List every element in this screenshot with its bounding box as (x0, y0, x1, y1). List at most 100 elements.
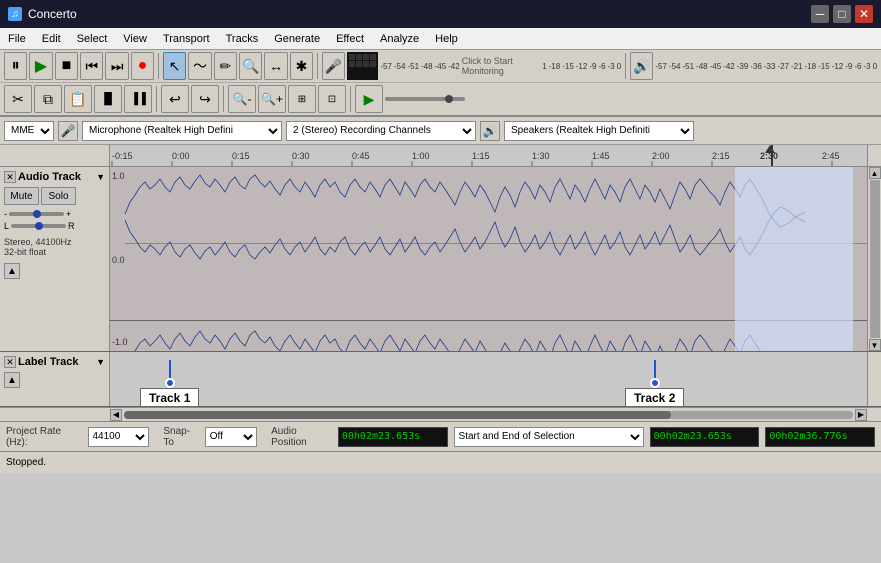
ruler-right-spacer (867, 145, 881, 167)
minimize-button[interactable]: ─ (811, 5, 829, 23)
host-select[interactable]: MME (4, 121, 54, 141)
waveform-channel-bottom[interactable] (110, 321, 867, 351)
output-device-select[interactable]: Speakers (Realtek High Definiti (504, 121, 694, 141)
stop-button[interactable]: ■ (55, 52, 78, 80)
timeline-ruler[interactable]: -0:15 0:00 0:15 0:30 0:45 1:00 1:15 1:30… (110, 145, 867, 167)
start-monitoring-label[interactable]: Click to Start Monitoring (462, 56, 540, 76)
envelope-tool-button[interactable]: 〜 (188, 52, 211, 80)
menu-edit[interactable]: Edit (34, 31, 69, 47)
h-scrollbar-track[interactable] (124, 411, 853, 419)
scroll-thumb[interactable] (870, 180, 880, 338)
scroll-down-button[interactable]: ▼ (869, 339, 881, 351)
svg-text:1:45: 1:45 (592, 151, 610, 161)
track1-pin-line (169, 360, 171, 378)
track2-label-text[interactable]: Track 2 (625, 388, 684, 406)
menu-generate[interactable]: Generate (266, 31, 328, 47)
toolbar-sep-6 (350, 86, 351, 112)
back-button[interactable]: ⏮ (80, 52, 103, 80)
menu-bar: File Edit Select View Transport Tracks G… (0, 28, 881, 50)
menu-help[interactable]: Help (427, 31, 466, 47)
menu-file[interactable]: File (0, 31, 34, 47)
audio-waveform-area[interactable]: 1.0 0.0 -1.0 1.0 0.0 -1.0 (110, 167, 867, 351)
h-scrollbar-container: ◀ ▶ (0, 407, 881, 421)
play-button[interactable]: ▶ (29, 52, 52, 80)
close-button[interactable]: ✕ (855, 5, 873, 23)
pause-button[interactable]: ⏸ (4, 52, 27, 80)
selection-type-select[interactable]: Start and End of Selection (454, 427, 644, 447)
h-scrollbar-thumb[interactable] (124, 411, 671, 419)
svg-text:1:00: 1:00 (412, 151, 430, 161)
scroll-right-button[interactable]: ▶ (855, 409, 867, 421)
input-mic-button[interactable]: 🎤 (58, 121, 78, 141)
label-track-area[interactable]: Track 1 Track 2 (110, 352, 867, 406)
scroll-left-button[interactable]: ◀ (110, 409, 122, 421)
pan-slider[interactable] (11, 224, 66, 228)
project-rate-select[interactable]: 44100 (88, 427, 150, 447)
menu-tracks[interactable]: Tracks (218, 31, 267, 47)
snap-to-select[interactable]: Off (205, 427, 257, 447)
svg-text:-0:15: -0:15 (112, 151, 133, 161)
silence-button[interactable]: ▐▐ (124, 85, 152, 113)
zoom-fit-button[interactable]: ⊞ (288, 85, 316, 113)
zoom-in2-button[interactable]: 🔍+ (258, 85, 286, 113)
output-speaker-button[interactable]: 🔊 (480, 121, 500, 141)
svg-text:2:00: 2:00 (652, 151, 670, 161)
record-meter (347, 52, 378, 80)
vu-seg (356, 54, 362, 60)
cut-button[interactable]: ✂ (4, 85, 32, 113)
redo-button[interactable]: ↪ (191, 85, 219, 113)
toolbar-sep-3 (625, 53, 626, 79)
selection-start-display: 00h02m23.653s (650, 427, 760, 447)
input-device-select[interactable]: Microphone (Realtek High Defini (82, 121, 282, 141)
toolbar-row-transport: ⏸ ▶ ■ ⏮ ⏭ ● ↖ 〜 ✏ 🔍 ↔ ✱ 🎤 (0, 50, 881, 83)
zoom-out-button[interactable]: 🔍- (228, 85, 256, 113)
menu-transport[interactable]: Transport (155, 31, 218, 47)
audio-position-value: 00h02m23.653s (342, 431, 420, 442)
app-icon: ♫ (8, 7, 22, 21)
track-menu-arrow[interactable]: ▼ (96, 172, 105, 182)
svg-text:2:45: 2:45 (822, 151, 840, 161)
waveform-channel-top[interactable] (110, 167, 867, 321)
volume-slider-thumb[interactable] (445, 95, 453, 103)
label-track-close-button[interactable]: ✕ (4, 356, 16, 368)
forward-button[interactable]: ⏭ (105, 52, 128, 80)
menu-effect[interactable]: Effect (328, 31, 372, 47)
record-meter-button[interactable]: 🎤 (322, 52, 345, 80)
draw-tool-button[interactable]: ✏ (214, 52, 237, 80)
mute-button[interactable]: Mute (4, 187, 39, 205)
paste-button[interactable]: 📋 (64, 85, 92, 113)
label-track-collapse-button[interactable]: ▲ (4, 372, 20, 388)
select-tool-button[interactable]: ↖ (163, 52, 186, 80)
zoom-in-button[interactable]: 🔍 (239, 52, 262, 80)
gain-slider[interactable] (9, 212, 64, 216)
trim-button[interactable]: ▐▌ (94, 85, 122, 113)
solo-button[interactable]: Solo (41, 187, 76, 205)
bottom-controls-bar: Project Rate (Hz): 44100 Snap-To Off Aud… (0, 421, 881, 451)
track1-label-text[interactable]: Track 1 (140, 388, 199, 406)
channels-select[interactable]: 2 (Stereo) Recording Channels (286, 121, 476, 141)
record-button[interactable]: ● (131, 52, 154, 80)
menu-select[interactable]: Select (69, 31, 116, 47)
track2-label: Track 2 (625, 360, 684, 406)
multitool-button[interactable]: ✱ (290, 52, 313, 80)
pan-thumb[interactable] (35, 222, 43, 230)
copy-button[interactable]: ⧉ (34, 85, 62, 113)
maximize-button[interactable]: □ (833, 5, 851, 23)
timeshift-button[interactable]: ↔ (264, 52, 287, 80)
toolbars: ⏸ ▶ ■ ⏮ ⏭ ● ↖ 〜 ✏ 🔍 ↔ ✱ 🎤 (0, 50, 881, 117)
gain-thumb[interactable] (33, 210, 41, 218)
collapse-button[interactable]: ▲ (4, 263, 20, 279)
scroll-up-button[interactable]: ▲ (869, 167, 881, 179)
menu-analyze[interactable]: Analyze (372, 31, 427, 47)
label-track-menu-arrow[interactable]: ▼ (96, 357, 105, 367)
menu-view[interactable]: View (115, 31, 155, 47)
vertical-scrollbar[interactable]: ▲ ▼ (867, 167, 881, 351)
playback-meter-button[interactable]: 🔊 (630, 52, 653, 80)
track-close-button[interactable]: ✕ (4, 171, 16, 183)
undo-button[interactable]: ↩ (161, 85, 189, 113)
zoom-sel-button[interactable]: ⊡ (318, 85, 346, 113)
track1-label: Track 1 (140, 360, 199, 406)
play-sel-button[interactable]: ▶ (355, 85, 383, 113)
volume-slider-track[interactable] (385, 97, 465, 101)
svg-text:0:00: 0:00 (172, 151, 190, 161)
